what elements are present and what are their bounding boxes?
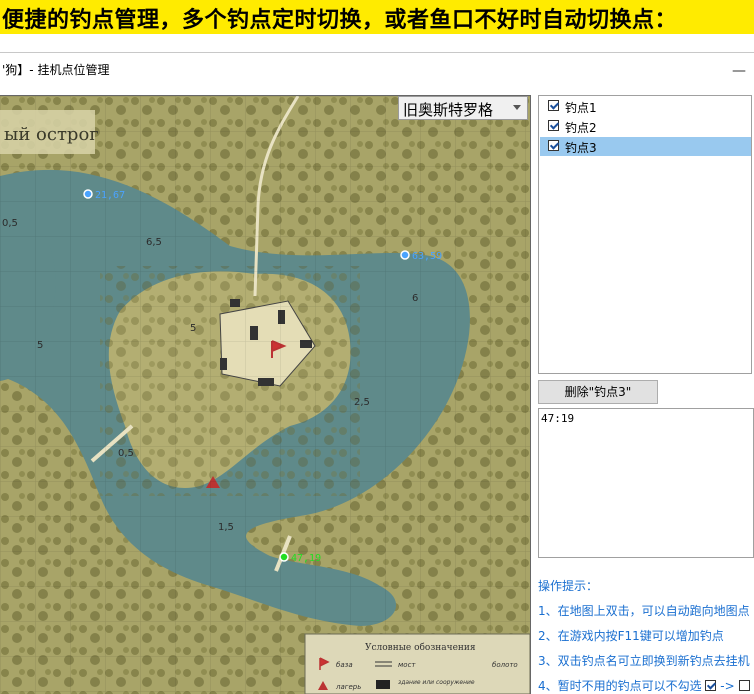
tip-line: 3、双击钓点名可立即换到新钓点去挂机 — [538, 654, 750, 668]
depth-label: 6 — [412, 293, 418, 304]
map-canvas[interactable]: ый острог 0,5 6,5 5 5 6 2,5 0,5 1,5 21,6… — [0, 96, 530, 694]
window-title: '狗】- 挂机点位管理 — [2, 63, 110, 77]
unchecked-checkbox-icon — [738, 680, 750, 691]
depth-label: 1,5 — [218, 522, 234, 533]
spot-label: 钓点3 — [565, 141, 597, 155]
legend-item: лагерь — [335, 683, 361, 691]
depth-label: 0,5 — [118, 448, 134, 459]
list-item[interactable]: 钓点1 — [540, 97, 751, 116]
tip-line: 1、在地图上双击，可以自动跑向地图点 — [538, 604, 750, 618]
tip-line-4: 4、暂时不用的钓点可以不勾选 -> — [538, 677, 750, 694]
checked-checkbox-icon — [705, 680, 717, 691]
tip-text: 4、暂时不用的钓点可以不勾选 — [538, 679, 702, 693]
legend-item: мост — [398, 661, 416, 669]
legend-item: база — [336, 661, 353, 669]
spot-checkbox[interactable] — [548, 120, 559, 131]
map-title: ый острог — [4, 124, 99, 145]
arrow-icon: -> — [720, 679, 735, 693]
fishing-spot-marker[interactable] — [279, 552, 289, 562]
map-grid — [0, 96, 530, 694]
legend-item: здание или сооружение — [398, 679, 475, 686]
fishing-spot-coords: 21,67 — [95, 190, 125, 201]
fishing-spot-coords: 47,19 — [291, 553, 321, 564]
depth-label: 5 — [190, 323, 196, 334]
schedule-textarea[interactable]: 47:19 — [538, 408, 754, 558]
minimize-icon[interactable]: — — [732, 63, 746, 79]
depth-label: 5 — [37, 340, 43, 351]
map-view[interactable]: ый острог 0,5 6,5 5 5 6 2,5 0,5 1,5 21,6… — [0, 95, 531, 694]
spot-checkbox[interactable] — [548, 140, 559, 151]
tips-title: 操作提示： — [538, 579, 599, 593]
delete-spot-button[interactable]: 删除"钓点3" — [538, 380, 658, 404]
list-item[interactable]: 钓点3 — [540, 137, 751, 156]
location-dropdown[interactable]: 旧奥斯特罗格 — [398, 96, 528, 120]
fishing-spot-marker[interactable] — [400, 250, 410, 260]
promo-banner: 便捷的钓点管理，多个钓点定时切换，或者鱼口不好时自动切换点： — [0, 0, 754, 36]
schedule-text: 47:19 — [541, 412, 575, 425]
list-item[interactable]: 钓点2 — [540, 117, 751, 136]
fishing-spot-list[interactable]: 钓点1 钓点2 钓点3 — [538, 95, 752, 374]
depth-label: 6,5 — [146, 237, 162, 248]
spot-label: 钓点1 — [565, 101, 597, 115]
depth-label: 2,5 — [354, 397, 370, 408]
depth-label: 0,5 — [2, 218, 18, 229]
legend-title: Условные обозначения — [365, 642, 476, 653]
fishing-spot-marker[interactable] — [83, 189, 93, 199]
legend-building-icon — [376, 680, 390, 689]
banner-text: 便捷的钓点管理，多个钓点定时切换，或者鱼口不好时自动切换点： — [2, 7, 678, 33]
spot-label: 钓点2 — [565, 121, 597, 135]
legend-item: болото — [492, 661, 518, 669]
spot-checkbox[interactable] — [548, 100, 559, 111]
location-dropdown-value: 旧奥斯特罗格 — [403, 101, 494, 119]
chevron-down-icon[interactable] — [513, 105, 521, 110]
title-bar: '狗】- 挂机点位管理 — — [0, 53, 754, 93]
fishing-spot-coords: 63,59 — [412, 251, 442, 262]
tip-line: 2、在游戏内按F11键可以增加钓点 — [538, 629, 724, 643]
